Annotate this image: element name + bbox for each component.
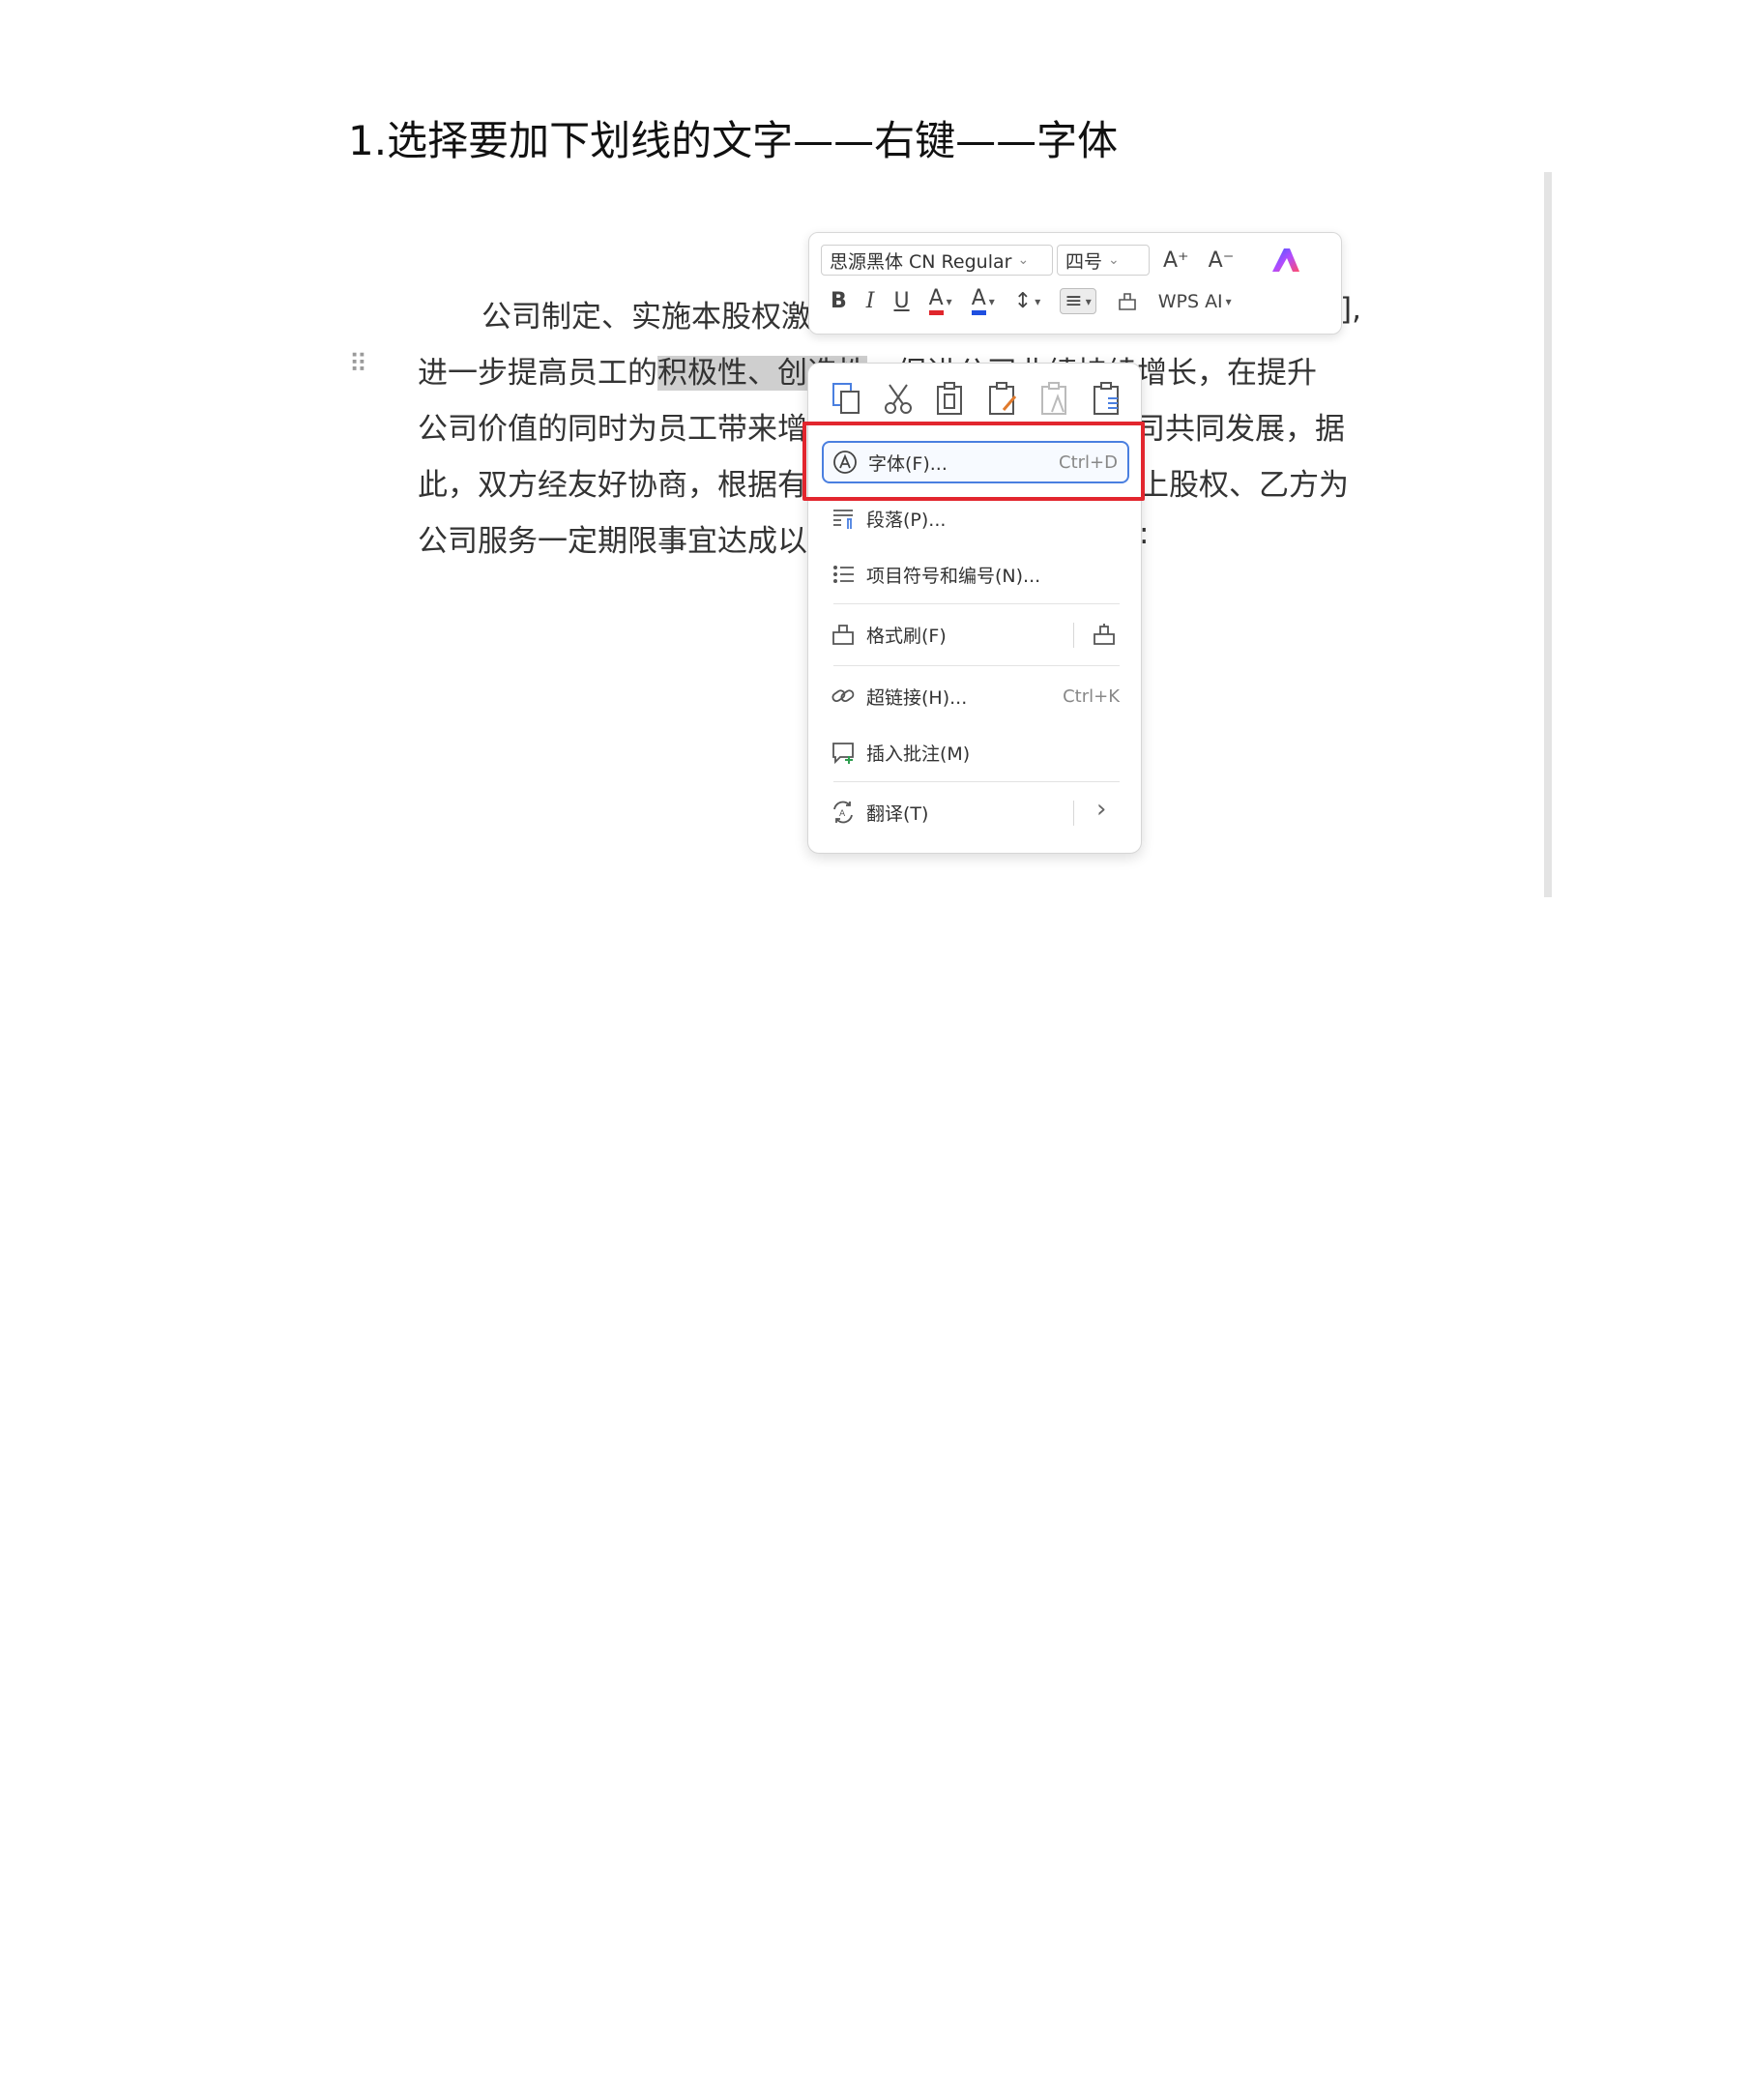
clipboard-quick-actions xyxy=(830,381,1123,416)
menu-item-translate-label: 翻译(T) xyxy=(866,802,929,825)
document-page-edge xyxy=(1544,172,1552,897)
chevron-down-icon: ⌄ xyxy=(1017,252,1030,268)
wps-ai-button[interactable]: WPS AI ▾ xyxy=(1158,291,1232,312)
bold-button[interactable]: B xyxy=(831,289,847,313)
font-color-icon: A xyxy=(971,287,986,315)
line-spacing-button[interactable]: ↕ ▾ xyxy=(1014,289,1040,313)
paste-icon[interactable] xyxy=(934,381,967,416)
menu-item-insert-comment-label: 插入批注(M) xyxy=(866,743,971,765)
wps-ai-label: WPS AI xyxy=(1157,290,1223,312)
italic-button[interactable]: I xyxy=(866,289,875,313)
format-painter-lock-icon[interactable] xyxy=(1091,621,1118,652)
menu-separator xyxy=(833,781,1120,782)
doc-line-1-text: 公司制定、实施本股权激 xyxy=(481,300,811,335)
menu-separator xyxy=(833,665,1120,666)
doc-line-1: 公司制定、实施本股权激 xyxy=(481,292,811,335)
toolbar-row-format: B I U A ▾ A ▾ ↕ ▾ ≡ ▾ WPS AI ▾ xyxy=(821,287,1241,315)
chevron-down-icon: ▾ xyxy=(1035,294,1041,308)
format-painter-icon xyxy=(830,621,857,648)
copy-icon[interactable] xyxy=(830,381,862,416)
doc-line-3-left: 公司价值的同时为员工带来增 xyxy=(418,412,807,447)
doc-line-3-right: 司共同发展，据 xyxy=(1135,412,1345,447)
align-icon: ≡ xyxy=(1065,289,1083,313)
chevron-down-icon: ▾ xyxy=(946,294,952,308)
chevron-down-icon: ▾ xyxy=(988,294,995,308)
font-family-select[interactable]: 思源黑体 CN Regular ⌄ xyxy=(821,245,1053,276)
menu-item-hyperlink-label: 超链接(H)... xyxy=(866,686,968,709)
toolbar-row-font: 思源黑体 CN Regular ⌄ 四号 ⌄ A⁺ A⁻ xyxy=(821,245,1303,276)
doc-line-2-pre: 进一步提高员工的 xyxy=(418,356,657,391)
font-color-button[interactable]: A ▾ xyxy=(971,287,995,315)
menu-item-paragraph[interactable]: 段落(P)... xyxy=(822,497,1129,540)
font-family-value: 思源黑体 CN Regular xyxy=(830,250,1012,273)
line-spacing-icon: ↕ xyxy=(1013,289,1033,313)
menu-item-format-painter[interactable]: 格式刷(F) xyxy=(822,613,1129,656)
translate-icon: A xyxy=(830,799,857,826)
svg-text:A: A xyxy=(839,809,846,819)
instruction-heading: 1.选择要加下划线的文字——右键——字体 xyxy=(348,117,1119,164)
menu-item-hyperlink[interactable]: 超链接(H)... Ctrl+K xyxy=(822,675,1129,717)
add-comment-icon xyxy=(830,739,857,766)
doc-line-4-left: 此，双方经友好协商，根据有 xyxy=(418,468,807,503)
paragraph-drag-handle-icon[interactable]: ⠿ xyxy=(349,350,367,379)
wps-ai-logo-icon[interactable] xyxy=(1269,245,1303,276)
doc-line-1-tail: ], xyxy=(1340,292,1361,327)
format-painter-icon xyxy=(1118,292,1136,310)
shrink-font-button[interactable]: A⁻ xyxy=(1209,248,1235,273)
bullet-list-icon xyxy=(830,561,857,588)
font-size-value: 四号 xyxy=(1065,250,1103,273)
paragraph-icon xyxy=(830,505,857,532)
doc-line-5-left: 公司服务一定期限事宜达成以 xyxy=(418,524,807,559)
font-size-select[interactable]: 四号 ⌄ xyxy=(1057,245,1150,276)
menu-vertical-separator xyxy=(1073,623,1074,648)
submenu-chevron-right-icon[interactable]: › xyxy=(1096,795,1106,824)
paste-text-icon[interactable] xyxy=(1038,381,1071,416)
chevron-down-icon: ▾ xyxy=(1085,294,1092,308)
menu-item-insert-comment[interactable]: 插入批注(M) xyxy=(822,731,1129,773)
link-icon xyxy=(830,683,857,710)
grow-font-button[interactable]: A⁺ xyxy=(1163,248,1189,273)
align-button[interactable]: ≡ ▾ xyxy=(1060,288,1096,314)
format-painter-button[interactable] xyxy=(1116,290,1139,313)
doc-line-4-right: 上股权、乙方为 xyxy=(1139,468,1349,503)
highlight-color-button[interactable]: A ▾ xyxy=(928,287,952,315)
paste-format-icon[interactable] xyxy=(986,381,1019,416)
menu-item-hyperlink-shortcut: Ctrl+K xyxy=(1063,685,1120,707)
menu-item-paragraph-label: 段落(P)... xyxy=(866,509,947,531)
underline-button[interactable]: U xyxy=(893,289,909,313)
chevron-down-icon: ▾ xyxy=(1225,294,1232,308)
menu-item-translate[interactable]: A 翻译(T) xyxy=(822,791,1129,833)
cut-icon[interactable] xyxy=(882,381,915,416)
highlighter-icon: A xyxy=(928,287,944,315)
menu-item-bullets[interactable]: 项目符号和编号(N)... xyxy=(822,553,1129,596)
paste-special-icon[interactable] xyxy=(1091,381,1123,416)
menu-item-bullets-label: 项目符号和编号(N)... xyxy=(866,565,1041,587)
chevron-down-icon: ⌄ xyxy=(1108,252,1120,268)
menu-separator xyxy=(833,603,1120,604)
menu-vertical-separator xyxy=(1073,801,1074,826)
annotation-highlight-box xyxy=(802,422,1145,501)
floating-format-toolbar: 思源黑体 CN Regular ⌄ 四号 ⌄ A⁺ A⁻ B I U A ▾ A… xyxy=(808,232,1342,335)
